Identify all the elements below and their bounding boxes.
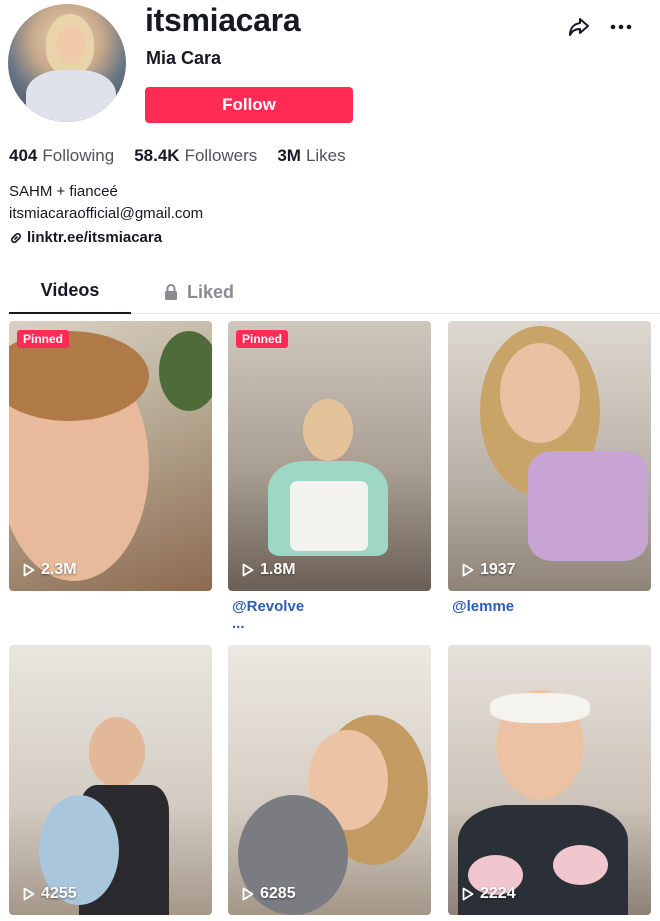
video-caption[interactable]: @Revolve ... bbox=[232, 598, 304, 632]
play-icon bbox=[242, 887, 254, 901]
view-count-text: 4255 bbox=[41, 885, 77, 902]
video-card[interactable]: 4255 bbox=[9, 645, 212, 915]
bio-email: itsmiacaraofficial@gmail.com bbox=[9, 205, 204, 222]
video-thumbnail-shirt bbox=[290, 481, 368, 551]
link-icon bbox=[11, 232, 21, 243]
view-count-text: 2.3M bbox=[41, 561, 77, 578]
view-count: 6285 bbox=[242, 885, 296, 903]
display-name: Mia Cara bbox=[146, 48, 222, 68]
avatar[interactable] bbox=[8, 4, 126, 122]
tab-liked[interactable]: Liked bbox=[163, 270, 234, 314]
video-thumbnail-head bbox=[89, 717, 145, 787]
profile-tabs: Videos Liked bbox=[9, 270, 660, 314]
play-icon bbox=[242, 563, 254, 577]
video-thumbnail-face bbox=[500, 343, 580, 443]
tab-videos[interactable]: Videos bbox=[9, 270, 131, 314]
view-count: 2.3M bbox=[23, 561, 77, 579]
more-icon[interactable] bbox=[608, 14, 634, 40]
video-card[interactable]: 1937 bbox=[448, 321, 651, 591]
bio: SAHM + fianceé itsmiacaraofficial@gmail.… bbox=[9, 181, 203, 225]
video-card[interactable]: Pinned 1.8M bbox=[228, 321, 431, 591]
followers-count: 58.4K bbox=[134, 146, 180, 165]
play-icon bbox=[23, 887, 35, 901]
bio-line-1: SAHM + fianceé bbox=[9, 183, 118, 200]
view-count: 4255 bbox=[23, 885, 77, 903]
view-count: 1.8M bbox=[242, 561, 296, 579]
following-label: Following bbox=[42, 146, 115, 165]
following-count: 404 bbox=[9, 146, 38, 165]
play-icon bbox=[462, 563, 474, 577]
bio-link-text: linktr.ee/itsmiacara bbox=[27, 229, 163, 246]
video-caption[interactable]: @lemme bbox=[452, 598, 514, 615]
stat-followers[interactable]: 58.4K Followers bbox=[134, 146, 257, 166]
play-icon bbox=[23, 563, 35, 577]
video-card[interactable]: 6285 bbox=[228, 645, 431, 915]
video-thumbnail-bottle bbox=[528, 451, 648, 561]
view-count-text: 1.8M bbox=[260, 561, 296, 578]
view-count-text: 6285 bbox=[260, 885, 296, 902]
video-thumbnail-headband bbox=[490, 693, 590, 723]
video-thumbnail-wristband bbox=[553, 845, 608, 885]
pinned-badge: Pinned bbox=[236, 330, 289, 348]
play-icon bbox=[462, 887, 474, 901]
video-thumbnail-head bbox=[303, 399, 353, 461]
video-card[interactable]: 2224 bbox=[448, 645, 651, 915]
view-count-text: 1937 bbox=[480, 561, 516, 578]
stat-following[interactable]: 404 Following bbox=[9, 146, 114, 166]
likes-label: Likes bbox=[305, 146, 346, 165]
stat-likes: 3M Likes bbox=[277, 146, 345, 166]
bio-link[interactable]: linktr.ee/itsmiacara bbox=[9, 229, 162, 246]
likes-count: 3M bbox=[277, 146, 301, 165]
video-thumbnail-plant bbox=[159, 331, 212, 411]
avatar-face bbox=[56, 26, 86, 64]
view-count: 2224 bbox=[462, 885, 516, 903]
avatar-body bbox=[26, 70, 116, 122]
video-card[interactable]: Pinned 2.3M bbox=[9, 321, 212, 591]
follow-button[interactable]: Follow bbox=[145, 87, 353, 123]
username: itsmiacara bbox=[145, 2, 301, 38]
view-count: 1937 bbox=[462, 561, 516, 579]
view-count-text: 2224 bbox=[480, 885, 516, 902]
share-icon[interactable] bbox=[566, 14, 592, 40]
lock-icon bbox=[165, 284, 177, 300]
tab-liked-label: Liked bbox=[187, 282, 235, 302]
profile-stats: 404 Following 58.4K Followers 3M Likes bbox=[9, 146, 346, 166]
pinned-badge: Pinned bbox=[17, 330, 70, 348]
followers-label: Followers bbox=[184, 146, 258, 165]
